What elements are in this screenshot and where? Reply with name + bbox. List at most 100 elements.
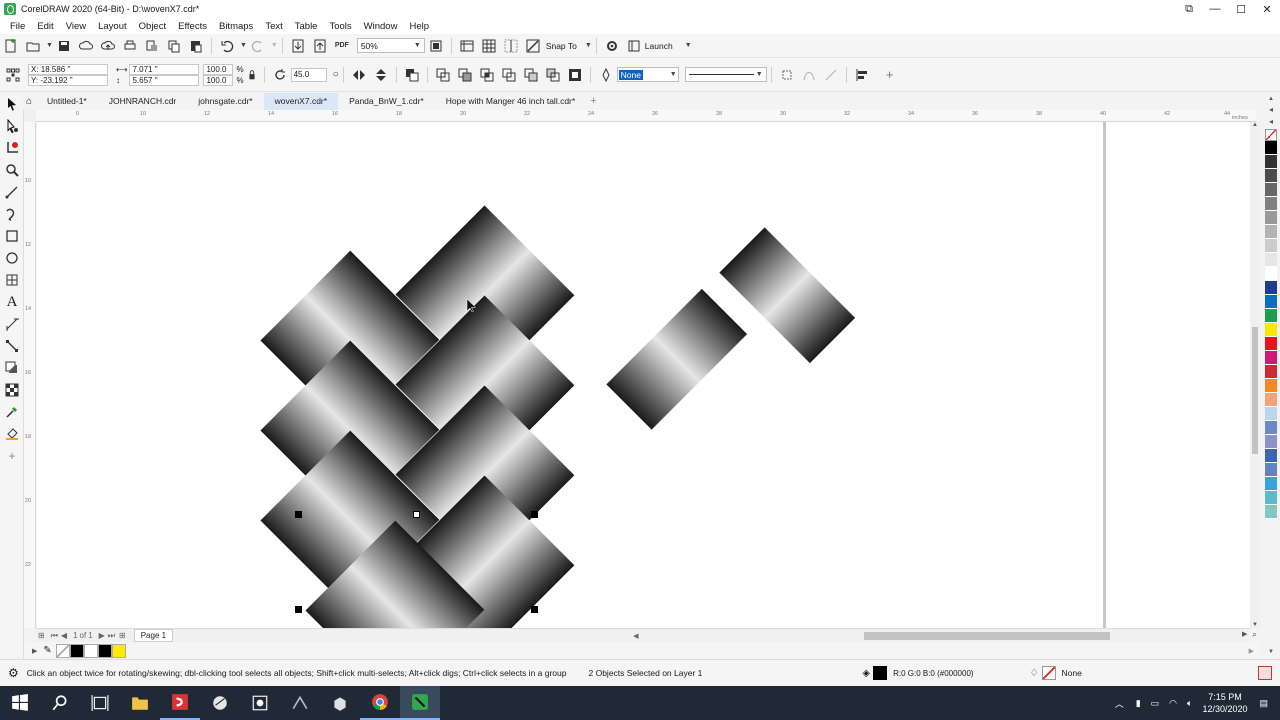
coreldraw-active-icon[interactable] — [400, 686, 440, 720]
windows-start-icon[interactable] — [0, 686, 40, 720]
open-folder-icon[interactable] — [24, 37, 42, 55]
drawing-area[interactable] — [37, 122, 1256, 628]
outline-width-combo[interactable]: None ▼ — [616, 67, 679, 82]
object-origin-icon[interactable] — [4, 66, 22, 84]
docker-right-arrow-icon[interactable]: ▶ — [1249, 647, 1254, 655]
create-boundary-icon[interactable] — [566, 66, 584, 84]
polygon-tool-icon[interactable] — [0, 269, 24, 291]
launch-label[interactable]: Launch — [645, 41, 673, 51]
menu-view[interactable]: View — [60, 21, 92, 32]
search-icon[interactable] — [40, 686, 80, 720]
pick-tool-icon[interactable] — [0, 93, 24, 115]
menu-layout[interactable]: Layout — [92, 21, 133, 32]
selection-handle[interactable] — [295, 511, 302, 518]
snap-to-icon[interactable] — [524, 37, 542, 55]
weld-icon[interactable] — [434, 66, 452, 84]
vertical-ruler[interactable]: 10 12 14 16 18 20 22 — [24, 122, 36, 628]
launch-icon[interactable] — [625, 37, 643, 55]
woven-strip[interactable] — [606, 288, 748, 430]
menu-tools[interactable]: Tools — [323, 21, 357, 32]
usb-icon[interactable]: ▮ — [1136, 698, 1141, 709]
palette-swatch[interactable] — [1265, 463, 1277, 477]
add-page-end-icon[interactable]: ⊞ — [119, 631, 126, 640]
selection-handle[interactable] — [413, 511, 420, 518]
capture-icon[interactable] — [320, 686, 360, 720]
snap-to-label[interactable]: Snap To — [546, 41, 577, 51]
cut-icon[interactable] — [143, 37, 161, 55]
color-proof-icon[interactable] — [1258, 666, 1272, 680]
font-manager-icon[interactable] — [280, 686, 320, 720]
vertical-scrollbar[interactable]: ▲ ▼ — [1250, 122, 1260, 628]
palette-swatch[interactable] — [1265, 309, 1277, 323]
mirror-horizontal-icon[interactable] — [350, 66, 368, 84]
palette-swatch[interactable] — [1265, 183, 1277, 197]
show-rulers-icon[interactable] — [458, 37, 476, 55]
home-tab-icon[interactable]: ⌂ — [22, 93, 36, 110]
palette-swatch[interactable] — [1265, 211, 1277, 225]
last-page-icon[interactable]: ⏭ — [108, 631, 115, 641]
document-swatch[interactable] — [97, 643, 112, 658]
drop-shadow-icon[interactable] — [0, 357, 24, 379]
save-icon[interactable] — [55, 37, 73, 55]
rectangle-tool-icon[interactable] — [0, 225, 24, 247]
outline-color-swatch[interactable] — [1041, 666, 1056, 680]
woven-pattern-group[interactable] — [260, 205, 575, 628]
export-icon[interactable] — [311, 37, 329, 55]
fill-color-swatch[interactable] — [873, 666, 888, 680]
tab-untitled-1[interactable]: Untitled-1* — [36, 93, 98, 110]
menu-object[interactable]: Object — [133, 21, 172, 32]
palette-swatch[interactable] — [1265, 505, 1277, 519]
tab-johnranch[interactable]: JOHNRANCH.cdr — [98, 93, 188, 110]
add-icon[interactable]: + — [881, 66, 899, 84]
palette-flyout-icon[interactable]: ◂ — [1262, 117, 1280, 129]
palette-swatch[interactable] — [1265, 239, 1277, 253]
zoom-fit-icon[interactable]: ⌕ — [1252, 629, 1257, 640]
palette-swatch[interactable] — [1265, 225, 1277, 239]
palette-swatch[interactable] — [1265, 253, 1277, 267]
menu-effects[interactable]: Effects — [172, 21, 213, 32]
no-color-swatch[interactable] — [1265, 129, 1277, 141]
palette-swatch[interactable] — [1265, 435, 1277, 449]
group-icon[interactable] — [403, 66, 421, 84]
palette-swatch[interactable] — [1265, 393, 1277, 407]
menu-text[interactable]: Text — [259, 21, 288, 32]
redo-dropdown-icon[interactable]: ▼ — [271, 42, 278, 49]
document-swatch[interactable] — [69, 643, 84, 658]
palette-swatch[interactable] — [1265, 141, 1277, 155]
expand-arrow-icon[interactable]: ▶ — [32, 647, 37, 655]
new-tab-button[interactable]: + — [586, 93, 600, 110]
redo-icon[interactable] — [249, 37, 267, 55]
height-field[interactable]: 5.657 " — [129, 74, 200, 86]
menu-table[interactable]: Table — [289, 21, 324, 32]
back-minus-front-icon[interactable] — [544, 66, 562, 84]
wrap-text-icon[interactable] — [778, 66, 796, 84]
scale-width-field[interactable]: 100.0 — [203, 63, 234, 75]
ruler-corner[interactable] — [24, 110, 36, 122]
palette-swatch[interactable] — [1265, 491, 1277, 505]
zoom-level-combo[interactable]: 50% ▼ — [356, 38, 425, 53]
menu-window[interactable]: Window — [358, 21, 404, 32]
artistic-media-icon[interactable] — [0, 203, 24, 225]
palette-flyout-icon[interactable]: ◂ — [1262, 105, 1280, 117]
rotation-angle-field[interactable]: 45.0 — [290, 67, 327, 82]
eyedropper-icon[interactable]: ✎ — [43, 645, 51, 656]
import-icon[interactable] — [289, 37, 307, 55]
woven-strip[interactable] — [719, 227, 856, 364]
maximize-button[interactable]: ☐ — [1228, 0, 1254, 18]
freehand-tool-icon[interactable] — [0, 181, 24, 203]
file-explorer-icon[interactable] — [120, 686, 160, 720]
minimize-button[interactable]: — — [1202, 0, 1228, 18]
prev-page-icon[interactable]: ◀ — [61, 631, 67, 640]
tab-hope-with-manger[interactable]: Hope with Manger 46 inch tall.cdr* — [435, 93, 586, 110]
ellipse-tool-icon[interactable] — [0, 247, 24, 269]
tab-panda-bnw[interactable]: Panda_BnW_1.cdr* — [338, 93, 435, 110]
task-view-icon[interactable] — [80, 686, 120, 720]
scroll-down-icon[interactable]: ▼ — [1250, 622, 1260, 628]
document-swatch[interactable] — [111, 643, 126, 658]
launch-dropdown-icon[interactable]: ▼ — [685, 42, 692, 49]
palette-swatch[interactable] — [1265, 365, 1277, 379]
corel-app-icon[interactable] — [200, 686, 240, 720]
transparency-tool-icon[interactable] — [0, 379, 24, 401]
y-position-field[interactable]: Y: -23.192 " — [28, 74, 108, 86]
photo-paint-icon[interactable] — [240, 686, 280, 720]
